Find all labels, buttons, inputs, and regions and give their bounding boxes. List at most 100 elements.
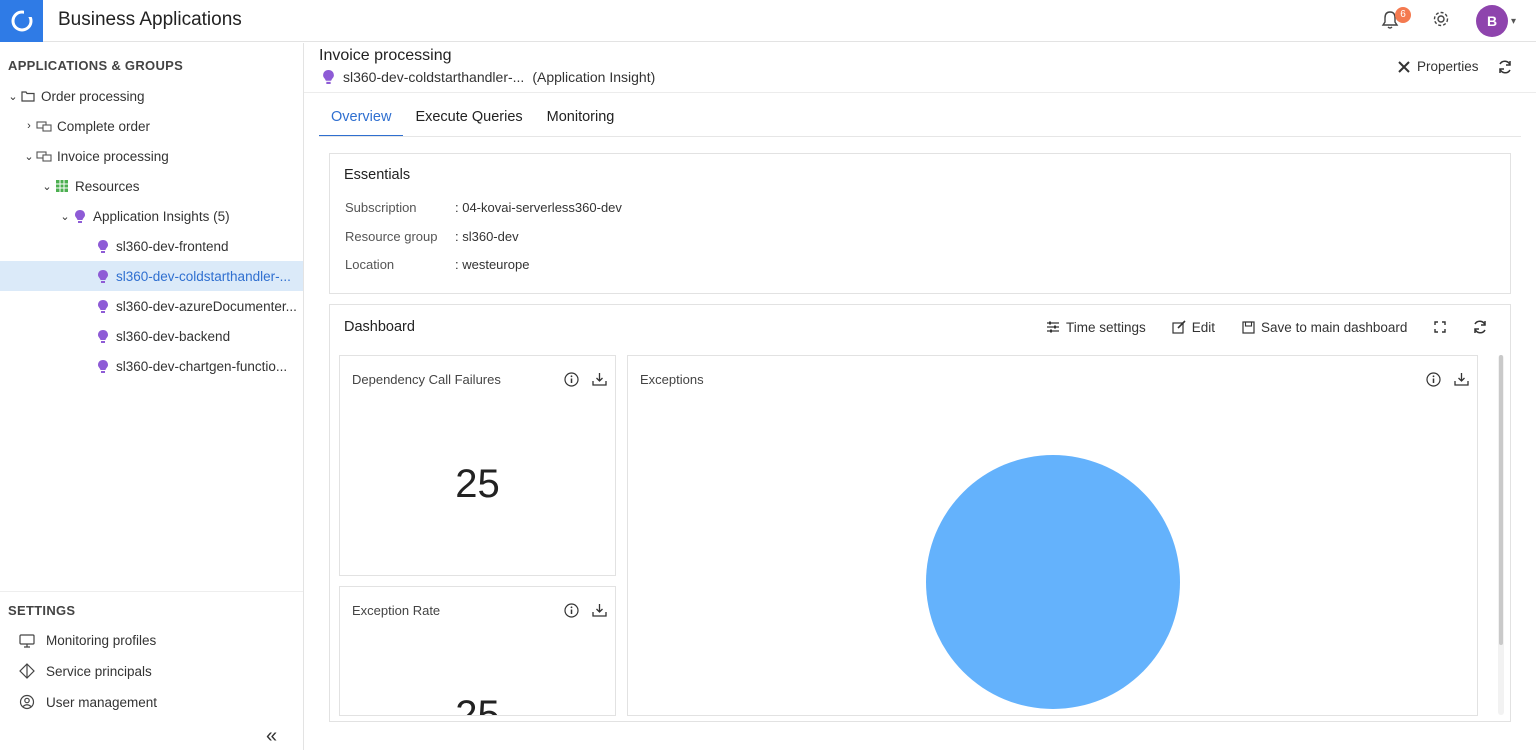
properties-label: Properties: [1417, 59, 1479, 74]
header-divider: [304, 92, 1536, 93]
chevron-right-icon[interactable]: ›: [23, 120, 35, 132]
info-icon[interactable]: [562, 372, 580, 387]
application-group-icon: [35, 120, 53, 132]
tile-value: 25: [455, 693, 500, 716]
download-icon[interactable]: [590, 372, 608, 387]
refresh-icon[interactable]: [1497, 59, 1513, 80]
tile-dependency-call-failures: Dependency Call Failures 25: [339, 355, 616, 576]
settings-item-monitoring-profiles[interactable]: Monitoring profiles: [18, 633, 156, 648]
tree-item-coldstarthandler[interactable]: sl360-dev-coldstarthandler-...: [0, 261, 303, 291]
app-logo[interactable]: [0, 0, 43, 42]
tabs-divider: [319, 136, 1521, 137]
tree-item-label: Order processing: [41, 88, 145, 104]
settings-item-service-principals[interactable]: Service principals: [18, 663, 152, 679]
tab-monitoring[interactable]: Monitoring: [535, 107, 627, 137]
essentials-row-location: Location : westeurope: [345, 257, 529, 272]
chevron-down-icon[interactable]: ⌄: [7, 90, 19, 103]
essentials-row-subscription: Subscription : 04-kovai-serverless360-dev: [345, 200, 622, 215]
application-group-icon: [35, 150, 53, 162]
essentials-key: Resource group: [345, 229, 438, 244]
tools-icon: [1395, 60, 1413, 74]
fullscreen-icon[interactable]: [1431, 321, 1449, 333]
sidebar: APPLICATIONS & GROUPS ⌄ Order processing…: [0, 43, 304, 750]
settings-item-user-management[interactable]: User management: [18, 694, 157, 710]
application-insights-icon: [71, 209, 89, 223]
tree-item-complete-order[interactable]: › Complete order: [0, 111, 303, 141]
tree-item-azuredocumenter[interactable]: sl360-dev-azureDocumenter...: [0, 291, 303, 321]
essentials-value: : 04-kovai-serverless360-dev: [455, 200, 622, 215]
tree-item-invoice-processing[interactable]: ⌄ Invoice processing: [0, 141, 303, 171]
dashboard-title: Dashboard: [344, 319, 415, 335]
tile-title: Dependency Call Failures: [352, 372, 501, 387]
collapse-sidebar-icon[interactable]: «: [266, 725, 277, 748]
essentials-key: Subscription: [345, 200, 417, 215]
tree-item-label: sl360-dev-chartgen-functio...: [116, 358, 288, 374]
tree-item-label: Application Insights (5): [93, 208, 230, 224]
application-insights-icon: [94, 239, 112, 253]
tree-item-order-processing[interactable]: ⌄ Order processing: [0, 81, 303, 111]
sidebar-divider: [0, 591, 303, 592]
tile-exceptions: Exceptions: [627, 355, 1478, 716]
user-avatar[interactable]: B: [1476, 5, 1508, 37]
tree-item-label: Invoice processing: [57, 148, 169, 164]
tree-item-label: Complete order: [57, 118, 151, 134]
tree-item-label: sl360-dev-coldstarthandler-...: [116, 268, 291, 284]
tree-item-frontend[interactable]: sl360-dev-frontend: [0, 231, 303, 261]
essentials-value: : westeurope: [455, 257, 530, 272]
notification-count-badge: 6: [1395, 7, 1411, 23]
tree-item-chartgen[interactable]: sl360-dev-chartgen-functio...: [0, 351, 303, 381]
main-content: Invoice processing sl360-dev-coldstartha…: [304, 43, 1536, 750]
essentials-key: Location: [345, 257, 395, 272]
tile-actions: [562, 603, 612, 618]
dashboard-card: Dashboard Time settings Edit Save to mai…: [329, 304, 1511, 722]
chevron-down-icon[interactable]: ⌄: [41, 180, 53, 193]
resource-subtitle: sl360-dev-coldstarthandler-... (Applicat…: [319, 69, 655, 85]
tile-actions: [562, 372, 612, 387]
pie-slice[interactable]: [926, 455, 1180, 709]
application-insights-icon: [94, 299, 112, 313]
tab-bar: Overview Execute Queries Monitoring: [319, 107, 626, 137]
tile-exception-rate: Exception Rate 25: [339, 586, 616, 716]
download-icon[interactable]: [590, 603, 608, 618]
logo-icon: [11, 9, 32, 32]
properties-button[interactable]: Properties: [1395, 59, 1479, 74]
save-to-main-dashboard-button[interactable]: Save to main dashboard: [1239, 320, 1407, 335]
application-insights-icon: [94, 359, 112, 373]
essentials-value: : sl360-dev: [455, 229, 519, 244]
resource-type: (Application Insight): [532, 69, 656, 85]
essentials-row-resource-group: Resource group : sl360-dev: [345, 229, 519, 244]
save-icon: [1239, 320, 1257, 334]
folder-icon: [19, 90, 37, 102]
tree-item-backend[interactable]: sl360-dev-backend: [0, 321, 303, 351]
settings-item-label: Monitoring profiles: [46, 633, 157, 648]
resources-grid-icon: [53, 180, 71, 192]
tile-value: 25: [455, 462, 500, 506]
edit-button[interactable]: Edit: [1170, 320, 1215, 335]
dashboard-scrollbar-thumb[interactable]: [1499, 355, 1503, 645]
settings-item-label: Service principals: [46, 663, 152, 679]
tab-execute-queries[interactable]: Execute Queries: [403, 107, 534, 137]
tile-title: Exception Rate: [352, 603, 441, 618]
resource-name: sl360-dev-coldstarthandler-...: [343, 69, 525, 85]
dashboard-toolbar: Time settings Edit Save to main dashboar…: [1044, 319, 1493, 335]
dashboard-refresh-icon[interactable]: [1471, 319, 1489, 335]
essentials-card: Essentials Subscription : 04-kovai-server…: [329, 153, 1511, 294]
avatar-caret-icon[interactable]: ▾: [1511, 16, 1516, 27]
settings-heading: SETTINGS: [8, 603, 76, 618]
essentials-title: Essentials: [344, 167, 411, 183]
sliders-icon: [1044, 321, 1062, 333]
time-settings-button[interactable]: Time settings: [1044, 320, 1146, 335]
chevron-down-icon[interactable]: ⌄: [59, 210, 71, 223]
monitor-icon: [18, 633, 36, 648]
chevron-down-icon[interactable]: ⌄: [23, 150, 35, 163]
tree-item-application-insights[interactable]: ⌄ Application Insights (5): [0, 201, 303, 231]
tree-item-resources[interactable]: ⌄ Resources: [0, 171, 303, 201]
application-insights-icon: [94, 269, 112, 283]
settings-gear-icon[interactable]: [1432, 10, 1450, 33]
page-title: Invoice processing: [319, 47, 452, 64]
top-bar: Business Applications 6 B ▾: [0, 0, 1536, 42]
application-insights-icon: [94, 329, 112, 343]
info-icon[interactable]: [562, 603, 580, 618]
tab-overview[interactable]: Overview: [319, 107, 404, 137]
tree-item-label: sl360-dev-backend: [116, 328, 231, 344]
